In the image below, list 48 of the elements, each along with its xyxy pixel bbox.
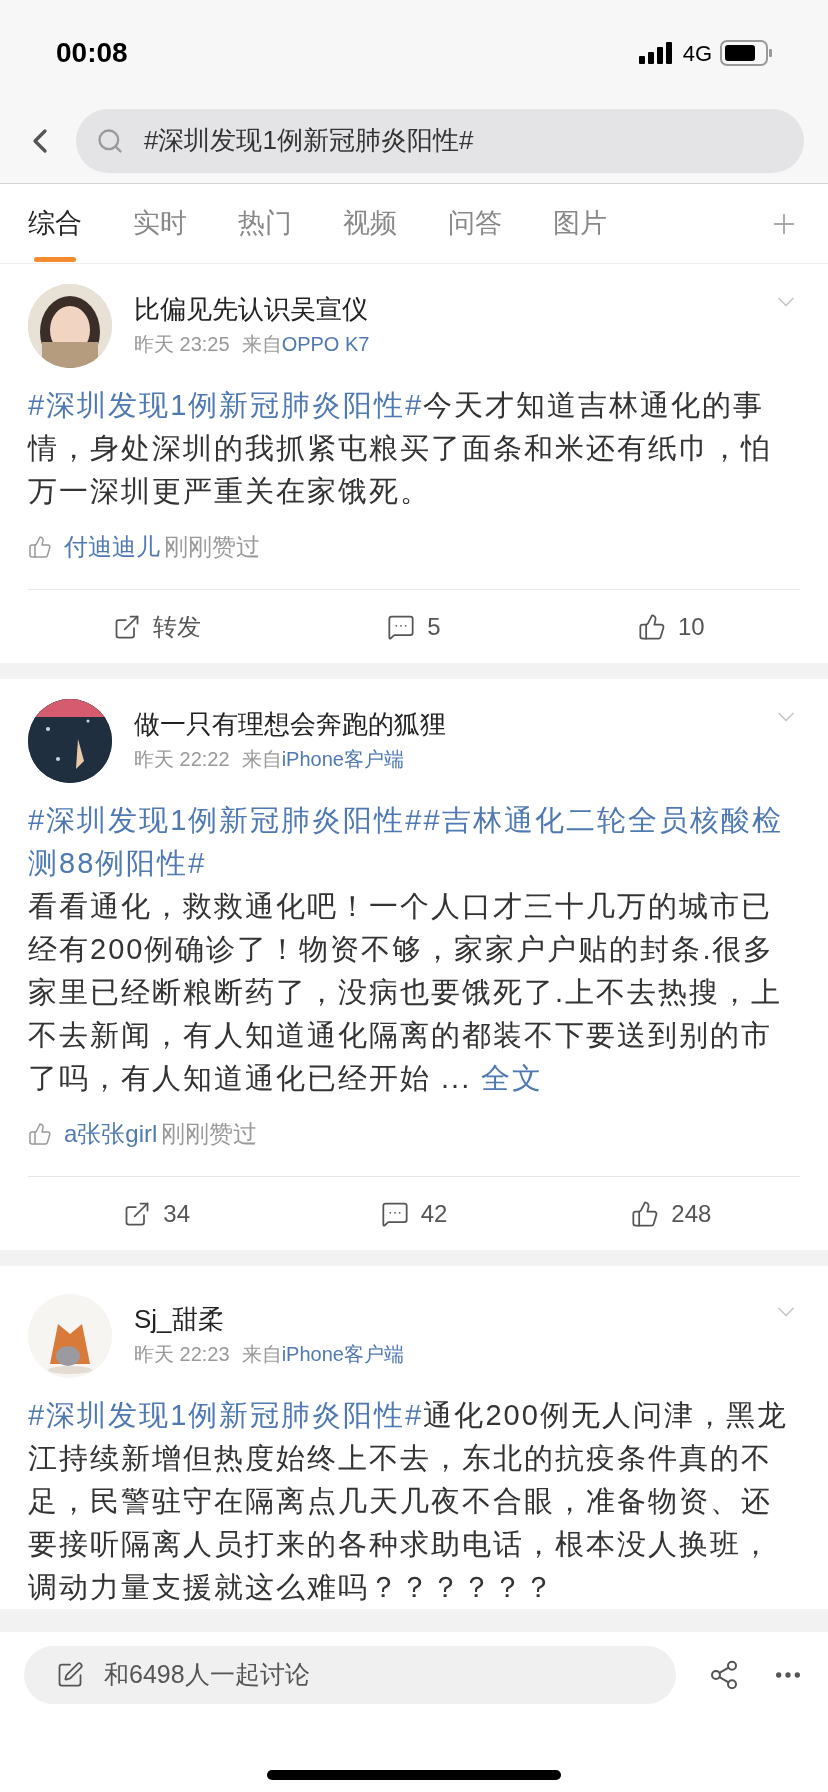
thumbs-up-icon [28, 1122, 52, 1146]
thumbs-up-icon [631, 1199, 660, 1228]
post-text: 看看通化，救救通化吧！一个人口才三十几万的城市已经有200例确诊了！物资不够，家家户户贴的封条.很多家里已经断粮断药了，没病也要饿死了.上不去热搜，上不去新闻，有人知道通化隔离的都装不下要送到别的市了吗，有人知道通化已经开始 ... 全文 [28, 889, 784, 1096]
source-link[interactable]: OPPO K7 [281, 333, 370, 355]
hashtag-link[interactable]: #深圳发现1例新冠肺炎阳性# [28, 389, 424, 421]
tab[interactable]: 热门 [238, 183, 292, 264]
hashtag-link[interactable]: #深圳发现1例新冠肺炎阳性# [28, 1399, 424, 1431]
thumbs-up-icon [637, 612, 666, 641]
repost-button[interactable]: 34 [28, 1195, 286, 1232]
like-button[interactable]: 10 [542, 608, 800, 645]
source-link[interactable]: iPhone客户端 [281, 1343, 404, 1365]
post-time: 昨天 23:25 [134, 332, 230, 357]
liker-name[interactable]: 付迪迪儿 [64, 529, 160, 565]
comment-field[interactable]: 和6498人一起讨论 [24, 1646, 676, 1704]
network-label: 4G [682, 39, 712, 68]
share-icon[interactable] [708, 1659, 740, 1691]
post-text: #深圳发现1例新冠肺炎阳性#今天才知道吉林通化的事情，身处深圳的我抓紧屯粮买了面条和米还有纸巾，怕万一深圳更严重关在家饿死。 [28, 388, 773, 509]
liker-name[interactable]: a张张girl [64, 1116, 158, 1152]
post-time: 昨天 22:22 [134, 747, 230, 772]
like-button[interactable]: 248 [542, 1195, 800, 1232]
hashtag-links[interactable]: #深圳发现1例新冠肺炎阳性##吉林通化二轮全员核酸检测88例阳性# [28, 799, 800, 885]
author-name[interactable]: 比偏见先认识吴宣仪 [134, 292, 750, 326]
liked-note: 刚刚赞过 [164, 532, 260, 562]
source-label: 来自 [241, 1343, 282, 1365]
thumbs-up-icon [28, 535, 52, 559]
tab[interactable]: 实时 [133, 183, 187, 264]
source-label: 来自 [241, 748, 282, 770]
source-label: 来自 [241, 333, 282, 355]
search-field[interactable]: #深圳发现1例新冠肺炎阳性# [76, 108, 804, 173]
tab[interactable]: 综合 [28, 183, 82, 264]
tab[interactable]: 问答 [448, 183, 502, 264]
compose-icon [56, 1661, 84, 1689]
tab[interactable]: 视频 [343, 183, 397, 264]
post-text: #深圳发现1例新冠肺炎阳性#通化200例无人问津，黑龙江持续新增但热度始终上不去，东北的抗疫条件真的不足，民警驻守在隔离点几天几夜不合眼，准备物资、还要接听隔离人员打来的各种求助电话，根本没人换班，调动力量支援就这么难吗？？？？？？ [28, 1398, 789, 1605]
post-time: 昨天 22:23 [134, 1342, 230, 1367]
comment-button[interactable]: 5 [285, 608, 543, 645]
author-name[interactable]: Sj_甜柔 [134, 1302, 750, 1336]
tab[interactable]: 图片 [553, 183, 607, 264]
comment-button[interactable]: 42 [285, 1195, 543, 1232]
liked-note: 刚刚赞过 [161, 1119, 258, 1149]
source-link[interactable]: iPhone客户端 [281, 748, 404, 770]
signal-icon [638, 42, 675, 64]
battery-icon [720, 40, 772, 66]
full-text-link[interactable]: 全文 [481, 1062, 544, 1094]
status-time: 00:08 [56, 36, 128, 70]
author-name[interactable]: 做一只有理想会奔跑的狐狸 [134, 707, 750, 741]
repost-button[interactable]: 转发 [28, 608, 286, 645]
search-icon [96, 126, 124, 155]
